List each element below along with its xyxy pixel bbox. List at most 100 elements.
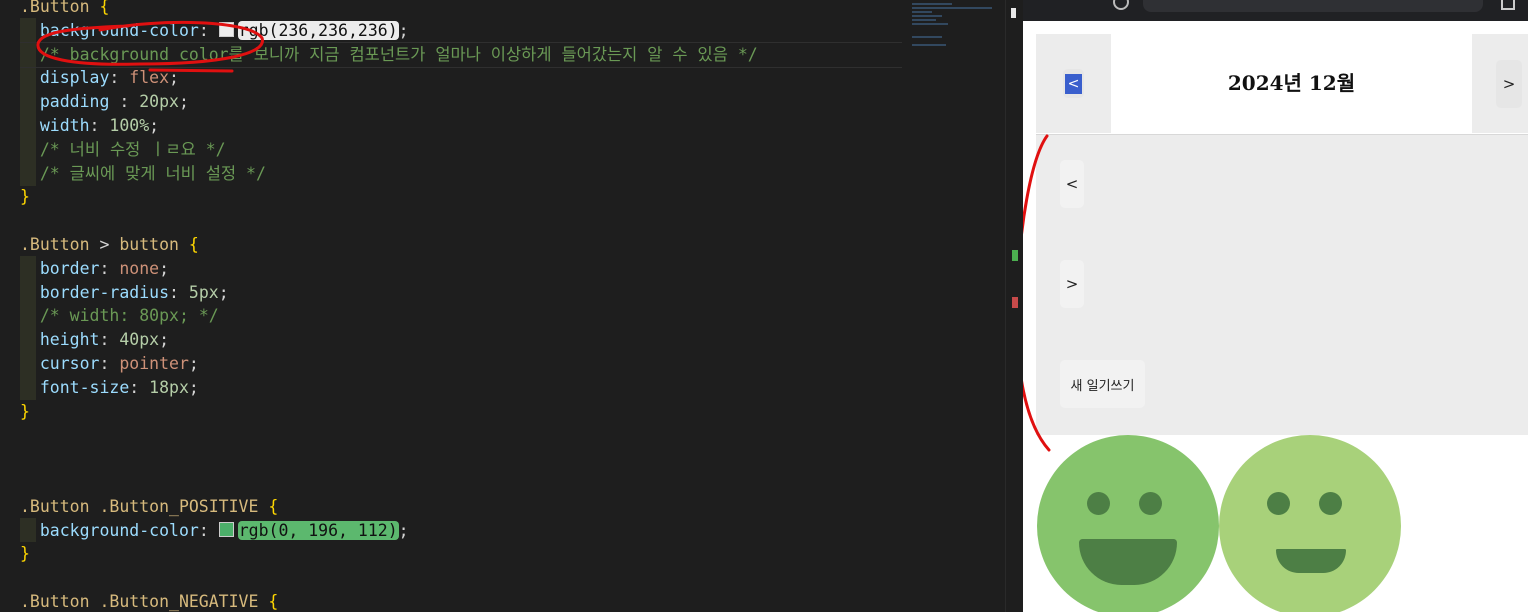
code-line[interactable]: height: 40px; [20,328,169,352]
code-token: : [89,116,110,135]
code-token: > [99,235,120,254]
code-token: display [39,68,110,88]
code-token: /* 글씨에 맞게 너비 설정 */ [39,163,266,183]
calendar-header: < 2024년 12월 > [1036,34,1528,133]
code-token: rgb(236,236,236) [237,20,399,40]
vertical-scrollbar[interactable] [1005,0,1024,612]
code-line[interactable]: background-color: rgb(0, 196, 112); [20,519,409,543]
code-token: : [198,520,219,540]
code-token: : [129,377,150,397]
code-line[interactable]: .Button .Button_POSITIVE { [20,495,278,519]
code-line[interactable]: font-size: 18px; [20,376,199,400]
code-token: cursor [39,354,100,373]
code-line[interactable]: .Button { [20,0,109,19]
code-line[interactable]: border-radius: 5px; [20,281,229,305]
code-line[interactable]: padding : 20px; [20,90,189,114]
code-token: .Button .Button_POSITIVE [20,496,269,516]
code-token: ; [169,68,179,88]
next-month-label: > [1502,75,1516,93]
code-line[interactable]: /* background color를 보니까 지금 컴포넌트가 얼마나 이상… [20,43,758,67]
code-token: ; [188,354,199,373]
code-line[interactable]: /* width: 80px; */ [20,304,219,328]
code-line[interactable]: cursor: pointer; [20,352,199,376]
code-token: : [99,330,120,350]
code-token: { [99,0,110,16]
face-mouth [1276,549,1346,573]
code-token: height [39,330,100,350]
face-eye-left [1267,492,1290,515]
code-token: .Button [20,0,100,16]
code-token: ; [178,92,189,112]
code-token: } [20,187,30,207]
code-token: } [20,401,30,421]
address-bar[interactable] [1143,0,1483,12]
panel-prev-button[interactable]: < [1060,160,1084,208]
code-line[interactable]: /* 글씨에 맞게 너비 설정 */ [20,162,266,186]
code-token: ; [398,20,409,40]
minimap-line [912,36,942,38]
minimap-line [912,11,932,13]
code-token: 20px [139,92,179,112]
code-token: padding [39,92,120,112]
color-swatch[interactable] [218,521,234,537]
code-line[interactable]: } [20,542,30,566]
prev-month-button[interactable]: < [1063,69,1084,98]
code-line[interactable]: background-color: rgb(236,236,236); [20,19,409,43]
prev-month-label: < [1064,73,1083,94]
gutter-added-marker [1012,250,1018,261]
month-title: 2024년 12월 [1227,71,1356,95]
emotion-face-normal[interactable] [1219,435,1401,612]
reload-icon[interactable] [1113,0,1129,10]
code-line[interactable]: } [20,400,30,424]
code-token: /* width: 80px; */ [39,306,219,326]
extension-icon[interactable] [1501,0,1515,10]
code-line[interactable]: /* 너비 수정 ㅣㄹ요 */ [20,138,226,162]
code-token: /* background color를 보니까 지금 컴포넌트가 얼마나 이상… [39,44,758,64]
color-swatch[interactable] [218,21,234,37]
code-line[interactable]: } [20,185,30,209]
code-editor[interactable]: .Button { background-color: rgb(236,236,… [0,0,1005,612]
panel-next-label: > [1065,275,1079,293]
code-token: : [109,68,130,88]
code-token: 40px [119,330,160,350]
browser-toolbar [1023,0,1528,21]
code-token: : [198,20,219,40]
code-token: ; [149,116,160,135]
code-line[interactable]: width: 100%; [20,114,159,138]
code-token: .Button [20,235,100,254]
code-line[interactable]: .Button .Button_NEGATIVE { [20,590,278,612]
minimap[interactable] [908,0,1004,612]
minimap-line [912,44,946,46]
panel-next-button[interactable]: > [1060,260,1084,308]
next-month-button[interactable]: > [1496,60,1522,108]
emotion-face-good[interactable] [1037,435,1219,612]
code-line[interactable]: .Button > button { [20,233,199,257]
code-line[interactable]: border: none; [20,257,169,281]
new-diary-button[interactable]: 새 일기쓰기 [1060,360,1145,408]
face-eye-left [1087,492,1110,515]
code-token: flex [129,68,170,88]
code-token: 18px [149,377,189,397]
code-token: ; [188,377,199,397]
face-eye-right [1319,492,1342,515]
gutter-removed-marker [1012,297,1018,308]
code-token: rgb(0, 196, 112) [237,520,399,540]
code-line[interactable]: display: flex; [20,66,179,90]
code-token: border-radius [39,282,170,302]
code-token: none [119,258,160,278]
new-diary-label: 새 일기쓰기 [1070,378,1135,394]
code-token: font-size [39,377,130,397]
scroll-top-arrow[interactable] [1011,8,1016,18]
code-token: pointer [119,354,189,373]
minimap-line [912,19,936,21]
code-token: .Button .Button_NEGATIVE [20,592,269,611]
